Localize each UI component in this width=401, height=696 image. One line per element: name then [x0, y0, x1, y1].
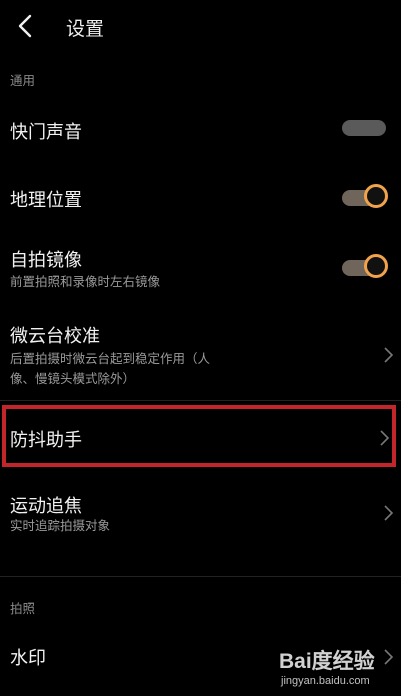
section-header-general: 通用: [10, 73, 36, 88]
chevron-left-icon: [18, 14, 32, 38]
row-label: 自拍镜像: [10, 250, 82, 271]
row-label: 地理位置: [10, 190, 82, 211]
row-label: 水印: [10, 648, 46, 669]
highlight-box: [2, 405, 396, 467]
selfie-mirror-toggle[interactable]: [342, 254, 390, 282]
page-title: 设置: [66, 18, 105, 40]
row-subtitle: 实时追踪拍摄对象: [10, 518, 111, 533]
watermark-brand: Bai度经验: [279, 650, 375, 673]
row-gimbal-calibration[interactable]: 微云台校准 后置拍摄时微云台起到稳定作用（人 像、慢镜头模式除外）: [0, 316, 401, 392]
row-subtitle: 前置拍照和录像时左右镜像: [10, 274, 161, 289]
chevron-right-icon: [384, 505, 394, 521]
chevron-right-icon: [384, 347, 394, 363]
back-button[interactable]: [14, 12, 38, 40]
row-location[interactable]: 地理位置: [0, 174, 401, 224]
row-label: 微云台校准: [10, 326, 100, 347]
row-label: 运动追焦: [10, 496, 82, 517]
top-bar: 设置: [0, 0, 401, 54]
location-toggle[interactable]: [342, 184, 390, 212]
baidu-watermark: Bai度经验 jingyan.baidu.com: [279, 645, 389, 693]
toggle-knob: [364, 254, 388, 278]
row-label: 快门声音: [10, 122, 82, 143]
shutter-sound-toggle[interactable]: [342, 114, 390, 142]
toggle-knob: [364, 184, 388, 208]
row-motion-tracking[interactable]: 运动追焦 实时追踪拍摄对象: [0, 486, 401, 546]
row-shutter-sound[interactable]: 快门声音: [0, 104, 401, 154]
divider: [0, 400, 401, 401]
section-header-photo: 拍照: [10, 601, 36, 616]
row-selfie-mirror[interactable]: 自拍镜像 前置拍照和录像时左右镜像: [0, 240, 401, 296]
watermark-url: jingyan.baidu.com: [281, 675, 370, 687]
toggle-track: [342, 120, 386, 136]
divider: [0, 576, 401, 577]
row-subtitle-line2: 像、慢镜头模式除外）: [10, 371, 136, 386]
row-subtitle-line1: 后置拍摄时微云台起到稳定作用（人: [10, 351, 211, 366]
